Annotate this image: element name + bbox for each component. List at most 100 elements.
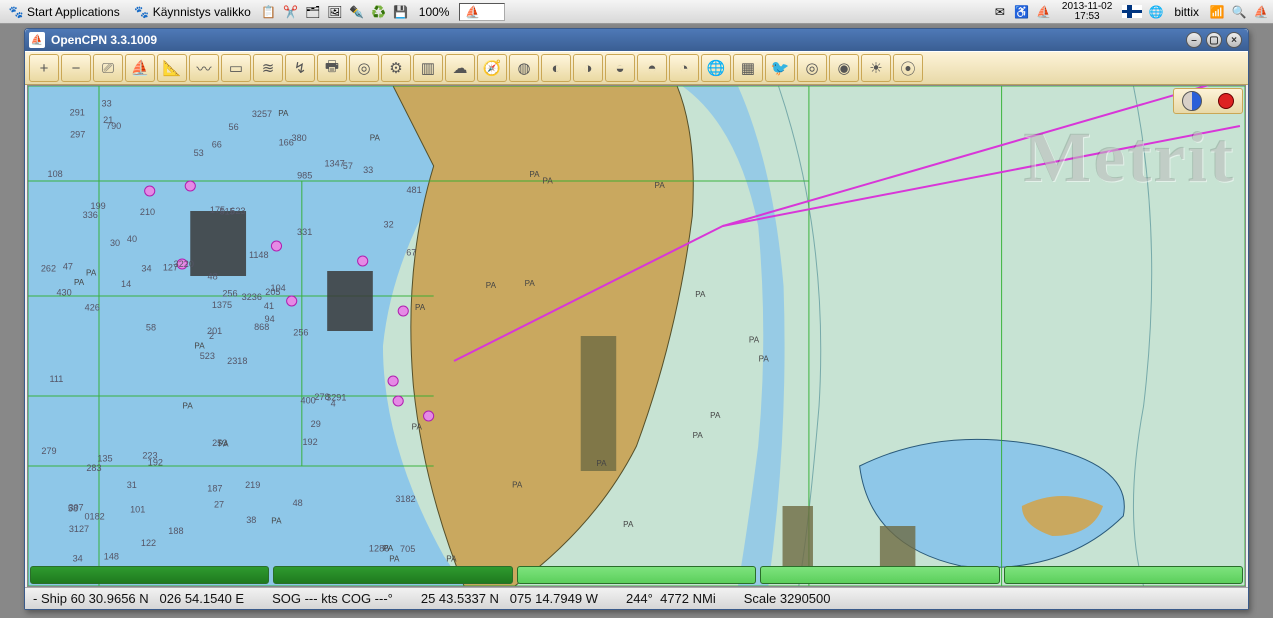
gear-icon: ⚙ [389, 59, 402, 77]
pa-label: PA [415, 303, 426, 312]
light-button[interactable]: ☀ [861, 54, 891, 82]
plugin-icon: ◑ [583, 60, 592, 77]
minimize-button[interactable]: – [1186, 32, 1202, 48]
follow-ship-button[interactable]: ⛵ [125, 54, 155, 82]
plugin-button-2[interactable]: ◐ [541, 54, 571, 82]
accessibility-icon[interactable]: ♿ [1014, 4, 1030, 20]
pa-label: PA [525, 279, 536, 288]
chart-selector-bar[interactable] [30, 566, 1243, 584]
pen-icon[interactable]: ✒️ [349, 4, 365, 20]
pa-label: PA [486, 281, 497, 290]
zoom-out-button[interactable]: − [61, 54, 91, 82]
plugin-button-1[interactable]: ◍ [509, 54, 539, 82]
network-icon[interactable]: 📶 [1209, 4, 1225, 20]
plugin-button-6[interactable]: ◔ [669, 54, 699, 82]
sounding-value: 283 [86, 463, 101, 473]
bird-button[interactable]: 🐦 [765, 54, 795, 82]
scissors-icon[interactable]: ✂️ [283, 4, 299, 20]
sounding-value: 201 [207, 326, 222, 336]
schedule-button[interactable]: ▭ [221, 54, 251, 82]
compass-panel [1173, 88, 1243, 114]
sounding-value: 2318 [227, 356, 247, 366]
tides-button[interactable]: ≋ [253, 54, 283, 82]
grib-button[interactable]: ☁ [445, 54, 475, 82]
pa-label: PA [74, 278, 85, 287]
sounding-value: 66 [212, 140, 222, 150]
ship-icon: ⛵ [131, 59, 150, 77]
pa-label: PA [446, 554, 457, 563]
pa-label: PA [278, 109, 289, 118]
sat-button[interactable]: ◉ [829, 54, 859, 82]
user-label[interactable]: bittix [1170, 3, 1203, 21]
sounding-value: 297 [70, 130, 85, 140]
recycle-icon[interactable]: ♻️ [371, 4, 387, 20]
calc-icon: ▦ [741, 59, 755, 77]
gps-status-icon[interactable] [1218, 93, 1234, 109]
opencpn-tray-icon[interactable]: ⛵ [1036, 4, 1052, 20]
chart-segment[interactable] [30, 566, 269, 584]
keyboard-layout-flag-fi[interactable] [1122, 5, 1142, 18]
sounding-value: 188 [168, 526, 183, 536]
route-button[interactable]: 📐 [157, 54, 187, 82]
sounding-value: 166 [279, 138, 294, 148]
plugin-button-3[interactable]: ◑ [573, 54, 603, 82]
schedule-icon: ▭ [229, 59, 243, 77]
chart-segment[interactable] [273, 566, 512, 584]
wmm-button[interactable]: 🧭 [477, 54, 507, 82]
globe-button[interactable]: 🌐 [701, 54, 731, 82]
opencpn-mini-icon: ⛵ [464, 4, 480, 20]
currents-button[interactable]: ↯ [285, 54, 315, 82]
titlebar[interactable]: ⛵ OpenCPN 3.3.1009 – ▢ × [25, 29, 1248, 51]
pa-label: PA [693, 431, 704, 440]
clipboard-icon[interactable]: 📋 [261, 4, 277, 20]
maximize-button[interactable]: ▢ [1206, 32, 1222, 48]
plugin-button-4[interactable]: ◒ [605, 54, 635, 82]
plugin-button-5[interactable]: ◓ [637, 54, 667, 82]
cpu-meter[interactable]: 100% [415, 3, 454, 21]
mail-icon[interactable]: ✉ [992, 4, 1008, 20]
sounding-value: 29 [311, 419, 321, 429]
screenshot-icon[interactable]: 🖼 [327, 4, 343, 20]
globe-tray-icon[interactable]: 🌐 [1148, 4, 1164, 20]
sounding-value: 47 [63, 262, 73, 272]
pa-label: PA [183, 402, 194, 411]
close-button[interactable]: × [1226, 32, 1242, 48]
clock[interactable]: 2013-11-02 17:53 [1058, 2, 1116, 22]
opencpn-tray-icon-2[interactable]: ⛵ [1253, 4, 1269, 20]
chart-segment[interactable] [1004, 566, 1243, 584]
files-icon[interactable]: 🗂 [305, 4, 321, 20]
radar-button[interactable]: ◎ [797, 54, 827, 82]
sounding-value: 430 [57, 288, 72, 298]
sounding-value: 0182 [84, 512, 104, 522]
cpu-value: 100% [419, 5, 450, 19]
dashboard-button[interactable]: ▥ [413, 54, 443, 82]
search-icon[interactable]: 🔍 [1231, 4, 1247, 20]
sounding-value: 199 [91, 201, 106, 211]
sounding-value: 256 [293, 328, 308, 338]
chart-canvas[interactable]: 2318336230720519238062398586879070542648… [27, 85, 1246, 587]
chart-segment[interactable] [760, 566, 999, 584]
pa-label: PA [218, 439, 229, 448]
start-menu-localized[interactable]: 🐾 Käynnistys valikko [130, 2, 255, 22]
zoom-in-button[interactable]: + [29, 54, 59, 82]
scale-button[interactable]: ⎚ [93, 54, 123, 82]
pa-label: PA [370, 134, 381, 143]
status-ship-lat: 60 30.9656 N [71, 591, 149, 606]
sounding-value: 34 [141, 263, 151, 273]
sounding-value: 56 [229, 122, 239, 132]
start-applications-menu[interactable]: 🐾 Start Applications [4, 2, 124, 22]
plugin-icon: ◐ [551, 60, 560, 77]
pa-label: PA [749, 336, 760, 345]
print-button[interactable]: 🖶 [317, 54, 347, 82]
calc-button[interactable]: ▦ [733, 54, 763, 82]
disk-icon[interactable]: 💾 [393, 4, 409, 20]
compass-rose-icon[interactable] [1182, 91, 1202, 111]
chart-segment[interactable] [517, 566, 756, 584]
active-app-thumbnail[interactable]: ⛵ [459, 3, 505, 21]
status-bar: - Ship 60 30.9656 N 026 54.1540 E SOG --… [25, 587, 1248, 609]
help-button[interactable]: ⦿ [893, 54, 923, 82]
sounding-value: 223 [142, 451, 157, 461]
track-button[interactable]: 〰 [189, 54, 219, 82]
ais-button[interactable]: ◎ [349, 54, 379, 82]
settings-button[interactable]: ⚙ [381, 54, 411, 82]
